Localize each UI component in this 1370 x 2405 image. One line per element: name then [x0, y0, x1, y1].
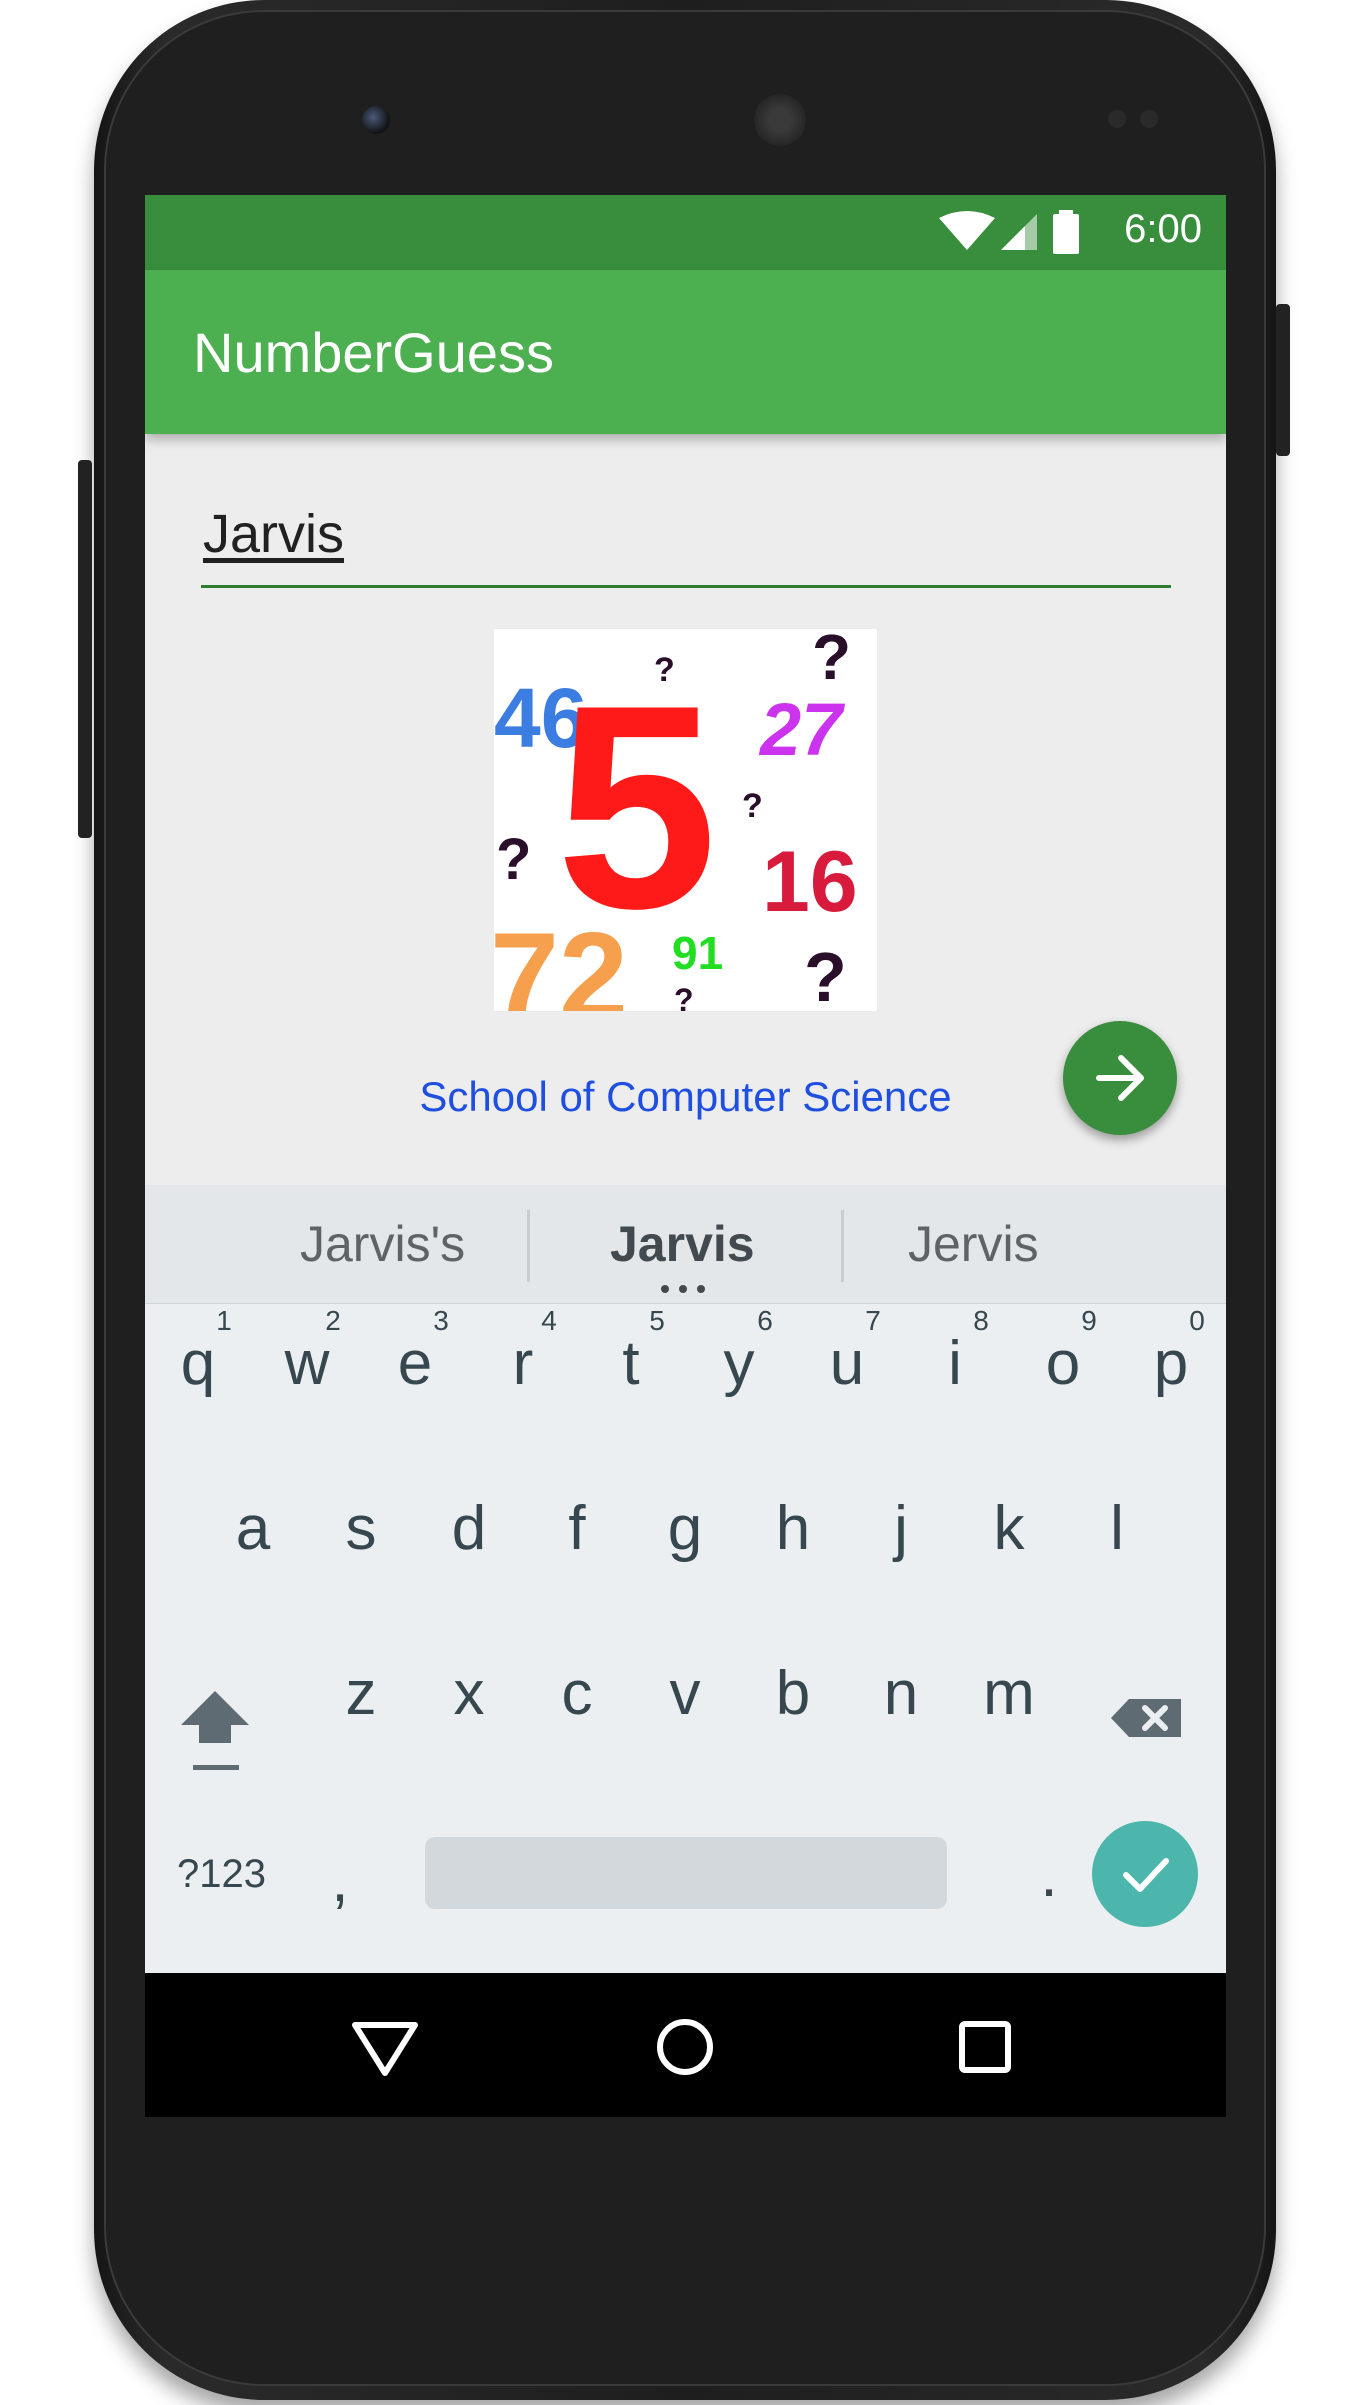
- key-v[interactable]: v: [645, 1658, 725, 1729]
- key-o[interactable]: o: [1023, 1328, 1103, 1399]
- key-number-hint: 2: [325, 1305, 341, 1336]
- key-d[interactable]: d: [429, 1493, 509, 1564]
- enter-key[interactable]: [1092, 1821, 1198, 1927]
- next-button[interactable]: [1063, 1021, 1177, 1135]
- name-input[interactable]: Jarvis: [201, 495, 1171, 588]
- backspace-icon: [1111, 1699, 1181, 1737]
- key-number-hint: 7: [865, 1305, 881, 1336]
- period-key[interactable]: .: [1009, 1840, 1089, 1911]
- key-c[interactable]: c: [537, 1658, 617, 1729]
- logo-glyph: 91: [672, 927, 723, 979]
- name-input-value[interactable]: Jarvis: [203, 503, 344, 565]
- key-g[interactable]: g: [645, 1493, 725, 1564]
- suggestion-strip: Jarvis's Jarvis Jervis: [145, 1185, 1226, 1304]
- front-camera: [362, 106, 390, 134]
- back-icon[interactable]: [345, 2011, 425, 2081]
- more-suggestions-dots[interactable]: [661, 1285, 705, 1293]
- key-number-hint: 9: [1081, 1305, 1097, 1336]
- number-guess-logo: 46 ? ? 27 5 ? ? 16 72 91 ? ?: [494, 629, 877, 1011]
- symbols-key[interactable]: ?123: [177, 1852, 266, 1897]
- arrow-forward-icon: [1096, 1055, 1144, 1101]
- suggestion-2[interactable]: Jarvis: [610, 1215, 755, 1273]
- key-number-hint: 6: [757, 1305, 773, 1336]
- screen: 6:00 NumberGuess Jarvis 46 ? ? 27 5 ? ? …: [145, 195, 1226, 2117]
- key-j[interactable]: j: [861, 1493, 941, 1564]
- suggestion-1[interactable]: Jarvis's: [300, 1215, 465, 1273]
- proximity-sensor: [1108, 110, 1126, 128]
- wifi-icon: [939, 211, 995, 250]
- logo-glyph: ?: [674, 982, 694, 1011]
- key-k[interactable]: k: [969, 1493, 1049, 1564]
- key-a[interactable]: a: [213, 1493, 293, 1564]
- battery-icon: [1053, 210, 1079, 254]
- earpiece-speaker: [754, 94, 806, 146]
- key-n[interactable]: n: [861, 1658, 941, 1729]
- key-r[interactable]: r: [483, 1328, 563, 1399]
- navigation-bar: [145, 1973, 1226, 2117]
- power-button: [1276, 304, 1290, 456]
- logo-image: 46 ? ? 27 5 ? ? 16 72 91 ? ?: [494, 629, 858, 1011]
- key-p[interactable]: p: [1131, 1328, 1211, 1399]
- comma-key[interactable]: ,: [300, 1845, 380, 1916]
- key-number-hint: 8: [973, 1305, 989, 1336]
- suggestion-divider: [527, 1210, 530, 1282]
- logo-glyph: ?: [804, 938, 847, 1011]
- space-bar[interactable]: [425, 1837, 947, 1909]
- key-u[interactable]: u: [807, 1328, 887, 1399]
- logo-glyph: 72: [494, 908, 628, 1011]
- status-icons: [939, 210, 1079, 254]
- key-t[interactable]: t: [591, 1328, 671, 1399]
- logo-glyph: ?: [812, 629, 851, 693]
- key-x[interactable]: x: [429, 1658, 509, 1729]
- backspace-key[interactable]: [1109, 1683, 1189, 1753]
- shift-key[interactable]: [175, 1683, 255, 1773]
- key-m[interactable]: m: [969, 1658, 1049, 1729]
- check-icon: [1123, 1858, 1169, 1892]
- light-sensor: [1140, 110, 1158, 128]
- suggestion-3[interactable]: Jervis: [908, 1215, 1039, 1273]
- key-number-hint: 3: [433, 1305, 449, 1336]
- key-f[interactable]: f: [537, 1493, 617, 1564]
- logo-glyph: ?: [496, 827, 531, 892]
- key-l[interactable]: l: [1077, 1493, 1157, 1564]
- key-s[interactable]: s: [321, 1493, 401, 1564]
- suggestion-divider: [841, 1210, 844, 1282]
- status-time: 6:00: [1124, 207, 1202, 251]
- key-i[interactable]: i: [915, 1328, 995, 1399]
- key-z[interactable]: z: [321, 1658, 401, 1729]
- key-e[interactable]: e: [375, 1328, 455, 1399]
- key-number-hint: 4: [541, 1305, 557, 1336]
- key-number-hint: 5: [649, 1305, 665, 1336]
- key-number-hint: 0: [1189, 1305, 1205, 1336]
- soft-keyboard: Jarvis's Jarvis Jervis q1 w2 e3 r4 t5 y6 u7 i8 o…: [145, 1185, 1226, 1973]
- home-icon[interactable]: [645, 2007, 725, 2087]
- volume-button: [78, 460, 92, 838]
- status-bar: 6:00: [145, 195, 1226, 270]
- key-w[interactable]: w: [267, 1328, 347, 1399]
- key-q[interactable]: q: [158, 1328, 238, 1399]
- shift-icon: [181, 1691, 249, 1770]
- logo-glyph: ?: [742, 787, 763, 825]
- key-h[interactable]: h: [753, 1493, 833, 1564]
- key-y[interactable]: y: [699, 1328, 779, 1399]
- logo-glyph: 16: [762, 834, 858, 930]
- app-bar: NumberGuess: [145, 270, 1226, 434]
- key-number-hint: 1: [216, 1305, 232, 1336]
- key-b[interactable]: b: [753, 1658, 833, 1729]
- app-title: NumberGuess: [193, 321, 555, 384]
- logo-glyph: 27: [758, 688, 846, 771]
- recents-icon[interactable]: [945, 2007, 1025, 2087]
